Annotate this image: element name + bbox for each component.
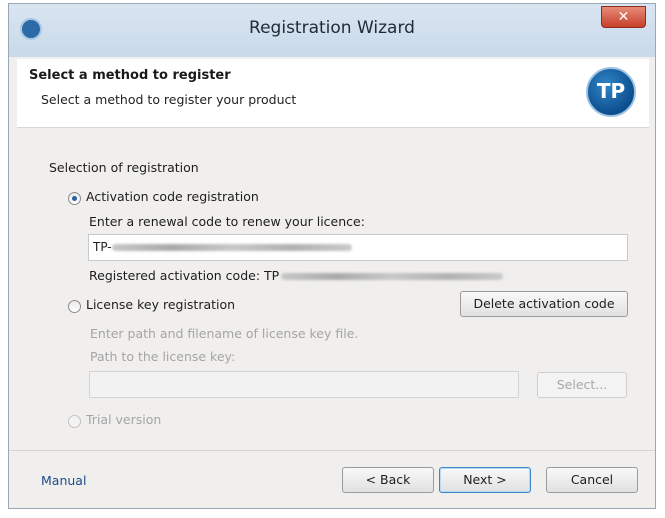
renewal-code-value: TP- xyxy=(93,240,112,254)
license-path-label: Path to the license key: xyxy=(90,349,236,364)
license-path-input[interactable] xyxy=(89,371,519,398)
next-button[interactable]: Next > xyxy=(439,467,531,493)
back-button[interactable]: < Back xyxy=(342,467,434,493)
window-title: Registration Wizard xyxy=(249,18,415,38)
wizard-header: Select a method to register Select a met… xyxy=(17,59,649,128)
renewal-code-prompt: Enter a renewal code to renew your licen… xyxy=(89,214,365,229)
activation-code-label[interactable]: Activation code registration xyxy=(86,189,259,204)
registration-wizard-window: Registration Wizard ✕ Select a method to… xyxy=(8,3,656,509)
activation-code-radio[interactable] xyxy=(68,192,81,205)
registered-code-prefix: Registered activation code: TP xyxy=(89,268,280,283)
registered-code-text: Registered activation code: TP xyxy=(89,268,504,283)
redacted-registered-code xyxy=(281,273,504,280)
manual-link[interactable]: Manual xyxy=(41,473,86,488)
renewal-code-input[interactable]: TP- xyxy=(88,234,628,261)
title-bar[interactable]: Registration Wizard ✕ xyxy=(9,4,655,57)
trial-version-radio[interactable] xyxy=(68,415,81,428)
close-icon: ✕ xyxy=(617,9,630,25)
license-key-radio[interactable] xyxy=(68,300,81,313)
close-button[interactable]: ✕ xyxy=(601,6,646,28)
header-subtitle: Select a method to register your product xyxy=(41,92,297,107)
delete-activation-code-button[interactable]: Delete activation code xyxy=(460,291,628,317)
footer-divider xyxy=(9,450,655,451)
license-path-prompt: Enter path and filename of license key f… xyxy=(90,326,359,341)
cancel-button[interactable]: Cancel xyxy=(546,467,638,493)
header-title: Select a method to register xyxy=(29,68,231,83)
trial-version-label[interactable]: Trial version xyxy=(86,412,161,427)
license-key-label[interactable]: License key registration xyxy=(86,297,235,312)
selection-group-label: Selection of registration xyxy=(49,160,199,175)
wizard-body: Selection of registration Activation cod… xyxy=(17,128,649,450)
select-license-button[interactable]: Select... xyxy=(537,372,627,398)
redacted-code xyxy=(111,244,352,251)
tp-logo-icon: TP xyxy=(586,67,636,117)
